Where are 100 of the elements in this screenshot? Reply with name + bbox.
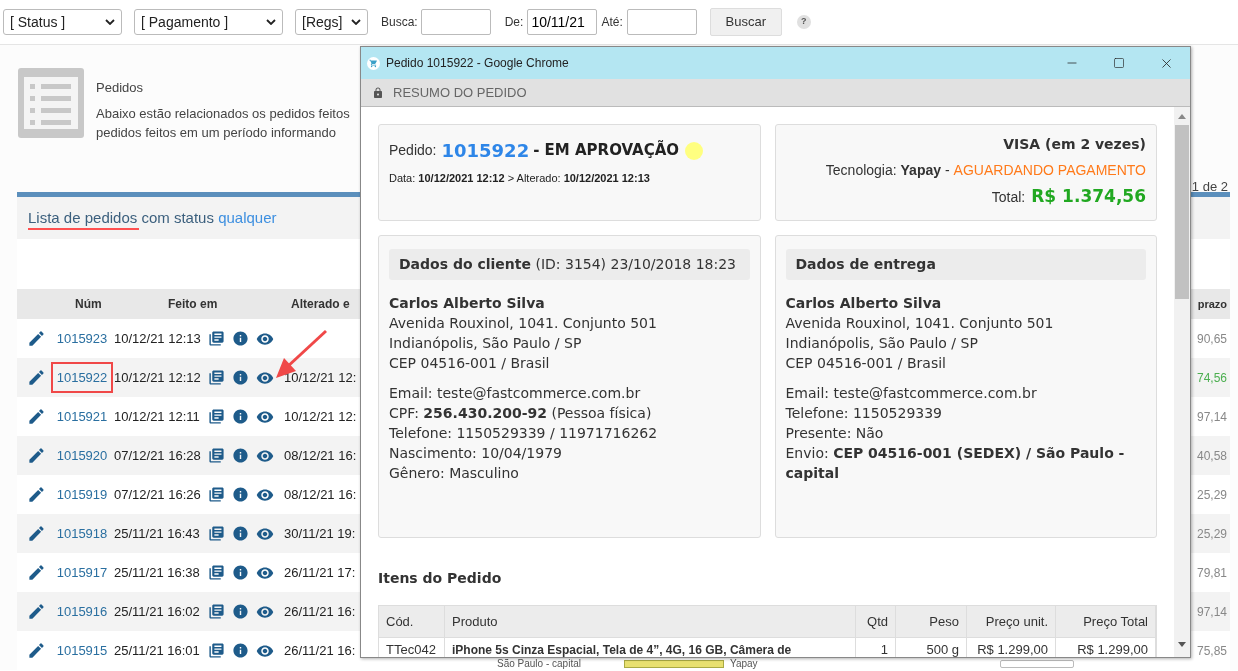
select-field[interactable]: [Regs] (295, 9, 368, 35)
search-field[interactable] (420, 9, 491, 35)
column-header: Preço Total (1056, 606, 1156, 637)
table-cell-text: 26/11/21 16: (284, 641, 356, 660)
edit-icon[interactable] (27, 446, 46, 465)
order-dates: Data: 10/12/2021 12:12 > Alterado: 10/12/2021 12:13 (389, 171, 651, 186)
order-number-link[interactable]: 1015918 (51, 518, 113, 549)
table-cell: TTec042 (379, 638, 445, 657)
info-icon[interactable] (232, 525, 249, 542)
address-line: Avenida Rouxinol, 1041. Conjunto 501 (389, 314, 658, 333)
list-title: Lista de pedidos com status qualquer (28, 207, 277, 228)
edit-icon[interactable] (27, 407, 46, 426)
date-field[interactable] (626, 9, 697, 35)
order-number-link[interactable]: 1015915 (51, 635, 113, 666)
edit-icon[interactable] (27, 602, 46, 621)
info-icon[interactable] (232, 369, 249, 386)
table-cell-text: 10/12/21 12:13 (114, 329, 202, 348)
caret-icon (105, 19, 115, 25)
search-button[interactable]: Buscar (709, 8, 782, 36)
table-cell-text: São Paulo - capital (497, 657, 581, 671)
field-label: De: (504, 14, 524, 31)
column-header: Peso (896, 606, 967, 637)
info-icon[interactable] (232, 603, 249, 620)
info-icon[interactable] (232, 447, 249, 464)
table-cell-text: 97,14 (1196, 603, 1227, 621)
order-label: Pedido: (389, 141, 437, 160)
table-cell-text: Yapay (729, 657, 758, 671)
table-cell: R$ 1.299,00 (1056, 638, 1156, 657)
column-header: Preço unit. (967, 606, 1056, 637)
table-cell-text: 25,29 (1196, 486, 1227, 504)
info-icon[interactable] (232, 486, 249, 503)
edit-icon[interactable] (27, 641, 46, 660)
total-label: Total: (991, 188, 1026, 207)
edit-icon[interactable] (27, 368, 46, 387)
order-number-link[interactable]: 1015920 (51, 440, 113, 471)
table-cell: 500 g (896, 638, 967, 657)
document-icon[interactable] (208, 330, 225, 347)
page-title: Pedidos (96, 79, 144, 97)
address-line: Indianópolis, São Paulo / SP (785, 334, 979, 353)
order-number-link[interactable]: 1015917 (51, 557, 113, 588)
table-cell-text: 75,85 (1196, 642, 1227, 660)
table-cell-text: 97,14 (1196, 408, 1227, 426)
table-cell-text: 10/12/21 12:12 (114, 368, 202, 387)
document-icon[interactable] (208, 408, 225, 425)
document-icon[interactable] (208, 525, 225, 542)
section-heading: Dados de entrega (785, 249, 1146, 280)
document-icon[interactable] (208, 447, 225, 464)
order-number-link[interactable]: 1015922 (51, 362, 113, 393)
select-field[interactable]: [ Status ] (3, 9, 122, 35)
address-line: CEP 04516-001 / Brasil (389, 354, 551, 373)
order-status: - EM APROVAÇÃO (533, 139, 680, 162)
edit-icon[interactable] (27, 329, 46, 348)
scrollbar[interactable] (1174, 107, 1190, 657)
detail-line: Envio: CEP 04516-001 (SEDEX) / São Paulo - capital (785, 444, 1126, 483)
list-icon (18, 68, 84, 138)
edit-icon[interactable] (27, 524, 46, 543)
info-icon[interactable] (232, 564, 249, 581)
table-cell-text: 40,58 (1196, 447, 1227, 465)
select-field[interactable]: [ Pagamento ] (134, 9, 283, 35)
address-line: CEP 04516-001 / Brasil (785, 354, 947, 373)
table-cell-text: 26/11/21 17: (284, 563, 356, 582)
detail-line: Telefone: 1150529339 / 11971716262 (389, 424, 659, 443)
order-number-link[interactable]: 1015919 (51, 479, 113, 510)
page-description: pedidos feitos em um período informando (96, 123, 337, 142)
column-header: Produto (445, 606, 856, 637)
detail-line: Email: teste@fastcommerce.com.br (389, 384, 642, 403)
table-cell-text: 07/12/21 16:26 (114, 485, 202, 504)
maximize-icon[interactable] (1113, 57, 1125, 69)
payment-technology: Tecnologia: Yapay - (825, 161, 950, 180)
detail-line: Gênero: Masculino (389, 464, 520, 483)
info-icon[interactable] (232, 642, 249, 659)
order-number-link[interactable]: 1015921 (51, 401, 113, 432)
order-number-link[interactable]: 1015923 (51, 323, 113, 354)
detail-line: Nascimento: 10/04/1979 (389, 444, 563, 463)
document-icon[interactable] (208, 486, 225, 503)
column-header: Alterado e (291, 296, 350, 313)
customer-name: Carlos Alberto Silva (389, 294, 546, 313)
section-heading: Dados do cliente (ID: 3154) 23/10/2018 18:23 (389, 249, 750, 280)
total-value: R$ 1.374,56 (1031, 185, 1146, 208)
table-cell-text: 90,65 (1196, 330, 1227, 348)
table-cell-text: 10/12/21 12:11 (114, 407, 201, 426)
table-cell-text: 26/11/21 16: (284, 602, 356, 621)
info-icon[interactable] (232, 408, 249, 425)
table-cell-text: 08/12/21 16: (284, 485, 357, 504)
caret-icon (351, 19, 361, 25)
edit-icon[interactable] (27, 485, 46, 504)
document-icon[interactable] (208, 603, 225, 620)
edit-icon[interactable] (27, 563, 46, 582)
info-icon[interactable] (232, 330, 249, 347)
pager-text: 1 de 2 (1191, 178, 1228, 196)
detail-line: Email: teste@fastcommerce.com.br (785, 384, 1038, 403)
field-label: Até: (601, 14, 623, 31)
date-field[interactable]: 10/11/21 (527, 9, 598, 35)
order-number-link[interactable]: 1015916 (51, 596, 113, 627)
document-icon[interactable] (208, 564, 225, 581)
document-icon[interactable] (208, 642, 225, 659)
document-icon[interactable] (208, 369, 225, 386)
table-cell: iPhone 5s Cinza Espacial, Tela de 4”, 4G, 16 GB, Câmera de (445, 638, 856, 657)
lock-icon (372, 86, 384, 99)
help-icon[interactable]: ? (796, 15, 811, 29)
